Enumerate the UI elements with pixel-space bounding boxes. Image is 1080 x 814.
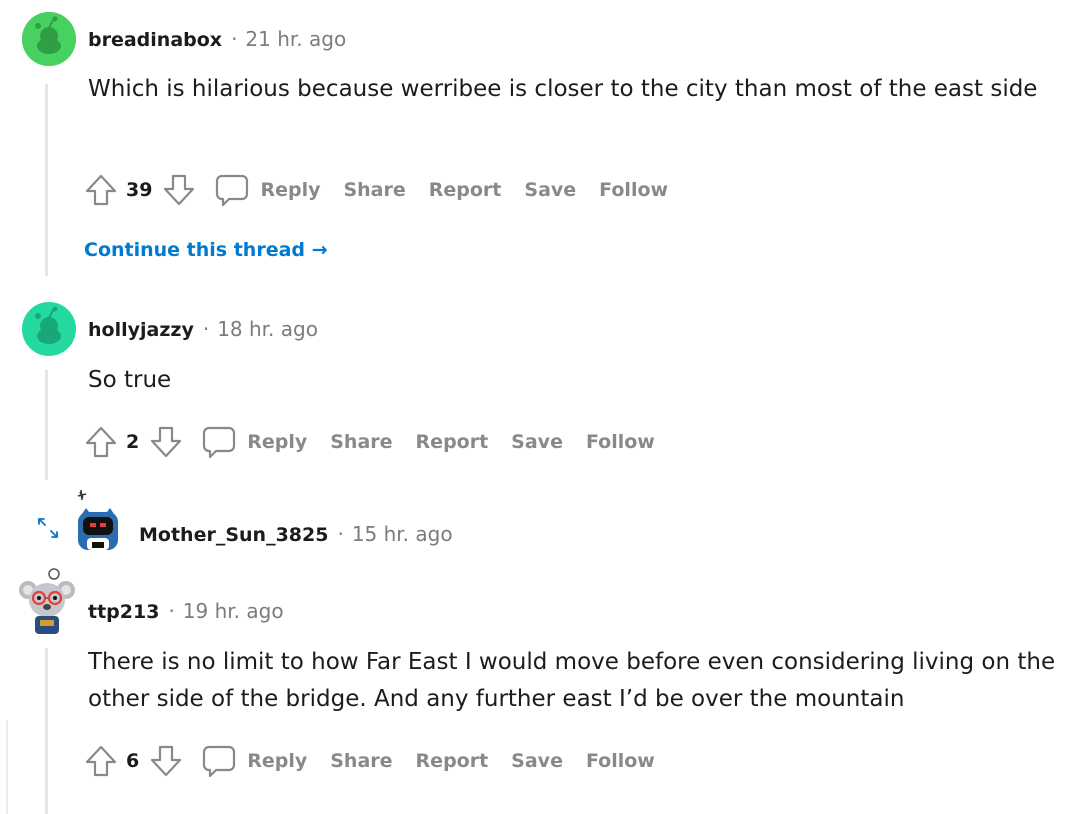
avatar[interactable] xyxy=(22,12,76,66)
vote-count: 2 xyxy=(126,431,140,453)
downvote-icon[interactable] xyxy=(162,173,196,207)
comment-collapsed: Mother_Sun_3825 · 15 hr. ago xyxy=(0,488,1080,560)
upvote-icon[interactable] xyxy=(84,173,118,207)
expand-arrows-icon[interactable] xyxy=(36,516,60,544)
avatar[interactable] xyxy=(22,302,76,356)
continue-thread-link[interactable]: Continue this thread → xyxy=(84,239,328,261)
downvote-icon[interactable] xyxy=(149,744,183,778)
save-button[interactable]: Save xyxy=(511,431,563,453)
upvote-icon[interactable] xyxy=(84,744,118,778)
timestamp[interactable]: 19 hr. ago xyxy=(183,599,284,623)
comment-bubble-icon[interactable] xyxy=(201,424,237,460)
meta-separator: · xyxy=(168,599,175,623)
follow-button[interactable]: Follow xyxy=(586,750,655,772)
comment-meta: Mother_Sun_3825 · 15 hr. ago xyxy=(139,522,453,546)
comment-body: So true xyxy=(88,367,172,393)
avatar[interactable] xyxy=(70,489,126,558)
vote-count: 6 xyxy=(126,750,140,772)
reply-button[interactable]: Reply xyxy=(260,179,320,201)
report-button[interactable]: Report xyxy=(416,750,489,772)
meta-separator: · xyxy=(337,522,344,546)
username[interactable]: breadinabox xyxy=(88,29,222,51)
username[interactable]: Mother_Sun_3825 xyxy=(139,524,328,546)
follow-button[interactable]: Follow xyxy=(586,431,655,453)
vote-count: 39 xyxy=(126,179,153,201)
comment-meta: breadinabox · 21 hr. ago xyxy=(88,27,346,51)
comment: ttp213 · 19 hr. ago There is no limit to… xyxy=(0,566,1080,814)
comment-body: There is no limit to how Far East I woul… xyxy=(88,649,1056,712)
comment-actions: 2 Reply Share Report Save Follow xyxy=(84,422,678,462)
username[interactable]: hollyjazzy xyxy=(88,319,194,341)
comment: breadinabox · 21 hr. ago Which is hilari… xyxy=(0,0,1080,280)
report-button[interactable]: Report xyxy=(429,179,502,201)
reply-button[interactable]: Reply xyxy=(247,431,307,453)
share-button[interactable]: Share xyxy=(343,179,405,201)
downvote-icon[interactable] xyxy=(149,425,183,459)
upvote-icon[interactable] xyxy=(84,425,118,459)
timestamp[interactable]: 18 hr. ago xyxy=(217,317,318,341)
timestamp[interactable]: 21 hr. ago xyxy=(245,27,346,51)
share-button[interactable]: Share xyxy=(330,431,392,453)
reply-button[interactable]: Reply xyxy=(247,750,307,772)
save-button[interactable]: Save xyxy=(511,750,563,772)
save-button[interactable]: Save xyxy=(524,179,576,201)
koala-avatar-icon xyxy=(19,568,75,634)
comment-bubble-icon[interactable] xyxy=(214,172,250,208)
comment-actions: 39 Reply Share Report Save Follow xyxy=(84,170,691,210)
meta-separator: · xyxy=(231,27,238,51)
snoo-avatar-icon xyxy=(22,12,76,66)
robot-avatar-icon xyxy=(77,489,118,550)
comment-meta: ttp213 · 19 hr. ago xyxy=(88,599,284,623)
timestamp[interactable]: 15 hr. ago xyxy=(352,522,453,546)
comment-body: Which is hilarious because werribee is c… xyxy=(88,76,1038,102)
comment-meta: hollyjazzy · 18 hr. ago xyxy=(88,317,318,341)
report-button[interactable]: Report xyxy=(416,431,489,453)
snoo-avatar-icon xyxy=(22,302,76,356)
avatar[interactable] xyxy=(18,568,76,638)
comment: hollyjazzy · 18 hr. ago So true 2 Reply … xyxy=(0,290,1080,480)
meta-separator: · xyxy=(202,317,210,341)
comment-bubble-icon[interactable] xyxy=(201,743,237,779)
username[interactable]: ttp213 xyxy=(88,601,159,623)
share-button[interactable]: Share xyxy=(330,750,392,772)
comment-actions: 6 Reply Share Report Save Follow xyxy=(84,741,678,781)
follow-button[interactable]: Follow xyxy=(599,179,668,201)
